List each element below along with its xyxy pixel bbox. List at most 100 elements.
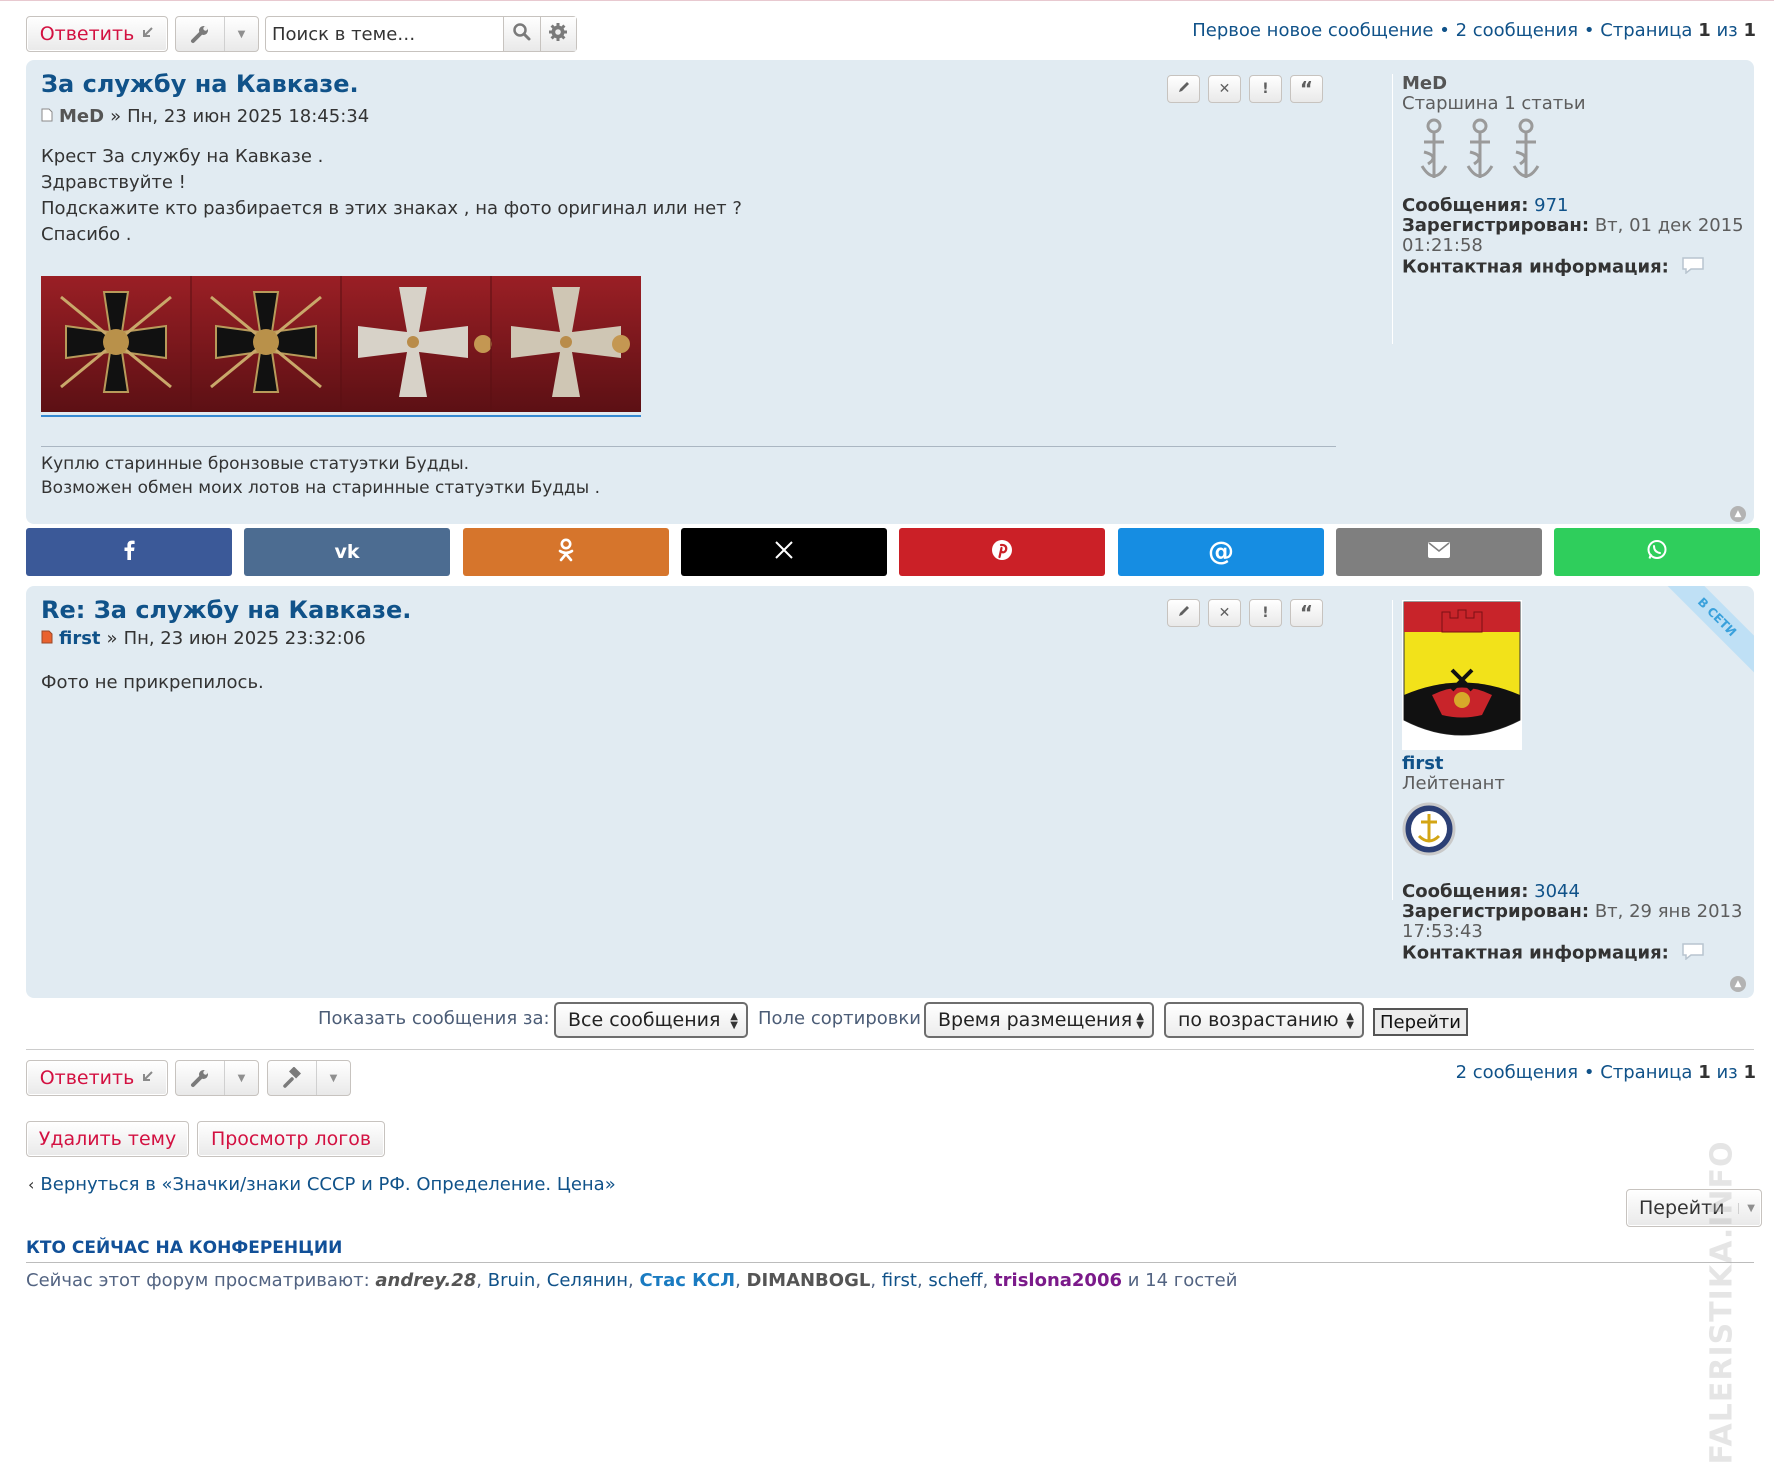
online-user-link[interactable]: trislona2006 [994, 1270, 1122, 1291]
post-author[interactable]: first [59, 628, 101, 649]
share-vk-button[interactable]: vk [244, 528, 450, 576]
profile-posts: Сообщения: 971 [1402, 196, 1744, 216]
reply-button-bottom[interactable]: Ответить [26, 1060, 168, 1096]
first-new-post-link[interactable]: Первое новое сообщение [1192, 20, 1433, 41]
profile-separator [1392, 600, 1393, 900]
online-user-link[interactable]: first [882, 1270, 917, 1291]
profile-username[interactable]: first [1402, 754, 1742, 774]
chevron-down-icon[interactable]: ▼ [225, 1061, 258, 1095]
post-image[interactable] [41, 276, 641, 412]
wrench-icon[interactable] [176, 17, 225, 51]
pagination-top: Первое новое сообщение • 2 сообщения • С… [1192, 20, 1756, 41]
who-online-list: Сейчас этот форум просматривают: andrey.… [26, 1270, 1237, 1291]
show-posts-select[interactable]: Все сообщения ▲ ▼ [554, 1002, 748, 1038]
advanced-search-button[interactable] [539, 17, 576, 51]
online-user-link[interactable]: Стас КСЛ [639, 1270, 735, 1291]
user-separator: , [735, 1270, 747, 1291]
topic-tools-dropdown-bottom[interactable]: ▼ [175, 1060, 259, 1096]
registered-time: 01:21:58 [1402, 235, 1483, 256]
pinterest-icon [991, 539, 1013, 565]
share-facebook-button[interactable] [26, 528, 232, 576]
edit-button[interactable] [1167, 599, 1200, 627]
search-button[interactable] [503, 17, 540, 51]
profile-username[interactable]: MeD [1402, 74, 1744, 94]
rank-image [1412, 116, 1744, 192]
search-input[interactable] [266, 17, 503, 51]
wrench-icon[interactable] [176, 1061, 225, 1095]
posts-label: Сообщения: [1402, 195, 1529, 216]
delete-button[interactable]: ✕ [1208, 75, 1241, 103]
separator: » [110, 106, 122, 127]
search-icon [512, 22, 532, 46]
signature: Куплю старинные бронзовые статуэтки Будд… [41, 452, 600, 500]
online-user-link[interactable]: Bruin [488, 1270, 536, 1291]
posts-count-link[interactable]: 3044 [1534, 881, 1580, 902]
close-icon: ✕ [1218, 605, 1231, 621]
back-to-forum-link[interactable]: Вернуться в «Значки/знаки СССР и РФ. Опр… [40, 1174, 615, 1195]
sort-direction-select[interactable]: по возрастанию ▲ ▼ [1164, 1002, 1364, 1038]
user-separator: , [628, 1270, 640, 1291]
report-button[interactable]: ! [1249, 599, 1282, 627]
online-users: andrey.28, Bruin, Селянин, Стас КСЛ, DIM… [375, 1270, 1127, 1291]
back-to-top-icon[interactable]: ▲ [1730, 976, 1746, 992]
post-line: Крест За службу на Кавказе . [41, 146, 324, 167]
back-link-row: ‹ Вернуться в «Значки/знаки СССР и РФ. О… [28, 1174, 616, 1195]
topic-tools-dropdown[interactable]: ▼ [175, 16, 259, 52]
back-to-top-icon[interactable]: ▲ [1730, 506, 1746, 522]
post-line: Здравствуйте ! [41, 172, 186, 193]
quote-button[interactable]: “ [1290, 75, 1323, 103]
email-icon [1428, 542, 1450, 562]
report-button[interactable]: ! [1249, 75, 1282, 103]
online-user-link[interactable]: scheff [928, 1270, 982, 1291]
post-author[interactable]: MeD [59, 106, 104, 127]
online-user-link[interactable]: andrey.28 [375, 1270, 476, 1291]
user-separator: , [476, 1270, 488, 1291]
share-odnoklassniki-button[interactable] [463, 528, 669, 576]
post-title[interactable]: Re: За службу на Кавказе. [41, 596, 411, 624]
post-title[interactable]: За службу на Кавказе. [41, 70, 359, 98]
of-word: из [1716, 20, 1738, 41]
post-file-icon [41, 106, 53, 127]
close-icon: ✕ [1218, 81, 1231, 97]
vk-icon: vk [334, 541, 360, 563]
share-whatsapp-button[interactable] [1554, 528, 1760, 576]
registered-label: Зарегистрирован: [1402, 901, 1590, 922]
lieutenant-badge-icon [1402, 802, 1456, 856]
chevron-down-icon[interactable]: ▼ [317, 1061, 350, 1095]
speech-bubble-icon[interactable] [1681, 942, 1705, 965]
view-logs-button[interactable]: Просмотр логов [197, 1121, 385, 1157]
profile-contact: Контактная информация: [1402, 942, 1742, 965]
share-pinterest-button[interactable] [899, 528, 1105, 576]
avatar[interactable] [1402, 600, 1522, 750]
gear-icon [548, 22, 568, 46]
share-email-button[interactable] [1336, 528, 1542, 576]
who-online-prefix: Сейчас этот форум просматривают: [26, 1270, 370, 1291]
sort-field-select[interactable]: Время размещения ▲ ▼ [924, 1002, 1154, 1038]
select-arrows-icon: ▲ ▼ [1346, 1011, 1354, 1031]
posts-count-link[interactable]: 971 [1534, 195, 1568, 216]
delete-button[interactable]: ✕ [1208, 599, 1241, 627]
reply-button[interactable]: Ответить [26, 16, 168, 52]
odnoklassniki-icon [557, 538, 575, 566]
quote-button[interactable]: “ [1290, 599, 1323, 627]
speech-bubble-icon[interactable] [1681, 256, 1705, 279]
moderator-tools-dropdown[interactable]: ▼ [267, 1060, 351, 1096]
gavel-icon[interactable] [268, 1061, 317, 1095]
chevron-down-icon[interactable]: ▼ [225, 17, 258, 51]
post-line: Подскажите кто разбирается в этих знаках… [41, 198, 742, 219]
top-border [0, 0, 1774, 1]
whatsapp-icon [1646, 539, 1668, 565]
online-user-link[interactable]: DIMANBOGL [747, 1270, 871, 1291]
share-x-button[interactable] [681, 528, 887, 576]
facebook-icon [122, 540, 136, 564]
page-total: 1 [1743, 20, 1756, 41]
pencil-icon [1177, 80, 1191, 98]
post-content: Крест За службу на Кавказе . Здравствуйт… [41, 144, 742, 248]
edit-button[interactable] [1167, 75, 1200, 103]
quote-icon: “ [1299, 77, 1314, 101]
sort-go-button[interactable]: Перейти [1373, 1008, 1468, 1036]
online-user-link[interactable]: Селянин [547, 1270, 628, 1291]
profile-separator [1392, 74, 1393, 344]
delete-topic-button[interactable]: Удалить тему [26, 1121, 189, 1157]
share-mail-ru-button[interactable]: @ [1118, 528, 1324, 576]
